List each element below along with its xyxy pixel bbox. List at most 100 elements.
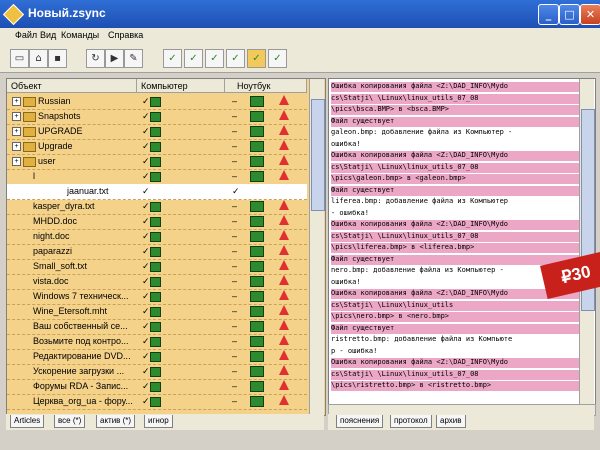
table-row[interactable]: Редактирование DVD... ✓ – xyxy=(7,349,307,365)
log-scrollbar[interactable] xyxy=(579,79,595,405)
check-filter-4-icon[interactable]: ✓ xyxy=(226,49,245,68)
column-header-object[interactable]: Объект xyxy=(7,79,137,93)
play-icon[interactable]: ▶ xyxy=(105,49,124,68)
table-row[interactable]: paparazzi ✓ – xyxy=(7,244,307,260)
notebook-status: – xyxy=(232,96,238,106)
computer-status: ✓ xyxy=(142,336,164,347)
menu-help[interactable]: Справка xyxy=(108,30,143,40)
table-row[interactable]: + Russian ✓ – xyxy=(7,94,307,110)
wand-icon[interactable]: ✎ xyxy=(124,49,143,68)
table-row[interactable]: + UPGRADE ✓ – xyxy=(7,124,307,140)
expand-icon[interactable]: + xyxy=(12,127,21,136)
computer-check-icon: ✓ xyxy=(142,156,150,166)
computer-icon xyxy=(149,231,161,242)
tab-archive[interactable]: архив xyxy=(436,415,466,428)
minimize-button[interactable]: _ xyxy=(538,4,559,25)
warning-icon xyxy=(279,110,289,120)
tab-all[interactable]: все (*) xyxy=(54,415,86,428)
table-row[interactable]: MHDD.doc ✓ – xyxy=(7,214,307,230)
notebook-computer-icon xyxy=(250,306,264,319)
notebook-status: – xyxy=(232,171,238,181)
log-line: Файл существует xyxy=(331,323,579,334)
close-button[interactable]: ✕ xyxy=(580,4,600,25)
expand-icon[interactable]: + xyxy=(12,97,21,106)
open-folder-icon[interactable]: ⌂ xyxy=(29,49,48,68)
expand-icon[interactable]: + xyxy=(12,142,21,151)
computer-check-icon: ✓ xyxy=(142,246,150,256)
menu-file[interactable]: Файл xyxy=(15,30,37,40)
save-icon[interactable]: ▪ xyxy=(48,49,67,68)
check-filter-5-icon[interactable]: ✓ xyxy=(247,49,266,68)
tab-ignore[interactable]: игнор xyxy=(144,415,173,428)
table-row[interactable]: l ✓ – xyxy=(7,169,307,185)
tab-active[interactable]: актив (*) xyxy=(96,415,136,428)
notebook-status: – xyxy=(232,216,238,226)
expand-icon[interactable]: + xyxy=(12,157,21,166)
notebook-computer-icon xyxy=(250,276,264,289)
table-row[interactable]: Windows 7 техническ... ✓ – xyxy=(7,289,307,305)
toolbar: ▭ ⌂ ▪ ↻ ▶ ✎ ✓ ✓ ✓ ✓ ✓ ✓ xyxy=(0,44,600,73)
expand-icon[interactable]: + xyxy=(12,112,21,121)
computer-status: ✓ xyxy=(142,111,164,122)
table-row[interactable]: Форумы RDA - Запис... ✓ – xyxy=(7,379,307,395)
column-header-computer[interactable]: Компьютер xyxy=(137,79,225,93)
table-row[interactable]: Small_soft.txt ✓ – xyxy=(7,259,307,275)
log-line: Файл существует xyxy=(331,116,579,127)
notebook-status: – xyxy=(232,336,238,346)
notebook-computer-icon xyxy=(250,246,264,259)
table-row[interactable]: Возьмите под контро... ✓ – xyxy=(7,334,307,350)
table-row[interactable]: night.doc ✓ – xyxy=(7,229,307,245)
table-row[interactable]: vista.doc ✓ – xyxy=(7,274,307,290)
maximize-button[interactable]: □ xyxy=(559,4,580,25)
refresh-icon[interactable]: ↻ xyxy=(86,49,105,68)
computer-status: ✓ xyxy=(142,351,164,362)
left-scrollbar[interactable] xyxy=(309,79,325,415)
tab-notes[interactable]: пояснения xyxy=(336,415,384,428)
computer-check-icon: ✓ xyxy=(142,381,150,391)
notebook-computer-icon xyxy=(250,141,264,154)
menu-view[interactable]: Вид xyxy=(40,30,56,40)
computer-check-icon: ✓ xyxy=(142,396,150,406)
row-name: paparazzi xyxy=(33,246,73,256)
row-name: kasper_dyra.txt xyxy=(33,201,95,211)
table-row[interactable]: Ваш собственный се... ✓ – xyxy=(7,319,307,335)
check-filter-2-icon[interactable]: ✓ xyxy=(184,49,203,68)
computer-status: ✓ xyxy=(142,306,164,317)
notebook-computer-icon xyxy=(250,111,264,124)
table-row[interactable]: Wine_Etersoft.mht ✓ – xyxy=(7,304,307,320)
computer-status: ✓ xyxy=(142,156,164,167)
computer-check-icon: ✓ xyxy=(142,306,150,316)
notebook-computer-icon xyxy=(250,171,264,184)
table-row[interactable]: + Upgrade ✓ – xyxy=(7,139,307,155)
warning-icon xyxy=(279,155,289,165)
warning-icon xyxy=(279,215,289,225)
table-row[interactable]: kasper_dyra.txt ✓ – xyxy=(7,199,307,215)
computer-icon xyxy=(149,291,161,302)
warning-icon xyxy=(279,200,289,210)
check-filter-1-icon[interactable]: ✓ xyxy=(163,49,182,68)
notebook-status: – xyxy=(232,291,238,301)
new-icon[interactable]: ▭ xyxy=(10,49,29,68)
check-filter-3-icon[interactable]: ✓ xyxy=(205,49,224,68)
computer-icon xyxy=(149,381,161,392)
warning-icon xyxy=(279,125,289,135)
row-name: Редактирование DVD... xyxy=(33,351,131,361)
column-header-notebook[interactable]: Ноутбук xyxy=(225,79,307,93)
menu-commands[interactable]: Команды xyxy=(61,30,99,40)
notebook-computer-icon xyxy=(250,126,264,139)
log-line: cs\Statji\ \Linux\linux_utils_07_08 xyxy=(331,93,579,104)
check-filter-6-icon[interactable]: ✓ xyxy=(268,49,287,68)
notebook-status: – xyxy=(232,156,238,166)
tab-articles[interactable]: Articles xyxy=(10,415,45,428)
computer-status: ✓ xyxy=(142,216,164,227)
table-row[interactable]: Церква_org_ua - фору... ✓ – xyxy=(7,394,307,410)
tab-protocol[interactable]: протокол xyxy=(390,415,432,428)
table-row[interactable]: + user ✓ – xyxy=(7,154,307,170)
notebook-status: – xyxy=(232,381,238,391)
computer-icon xyxy=(149,111,161,122)
log-line: cs\Statji\ \Linux\linux_utils_07_08 xyxy=(331,369,579,380)
table-row[interactable]: jaanuar.txt ✓ ✓ xyxy=(7,184,307,200)
left-scrollbar-thumb[interactable] xyxy=(311,99,325,211)
table-row[interactable]: Ускорение загрузки ... ✓ – xyxy=(7,364,307,380)
table-row[interactable]: + Snapshots ✓ – xyxy=(7,109,307,125)
